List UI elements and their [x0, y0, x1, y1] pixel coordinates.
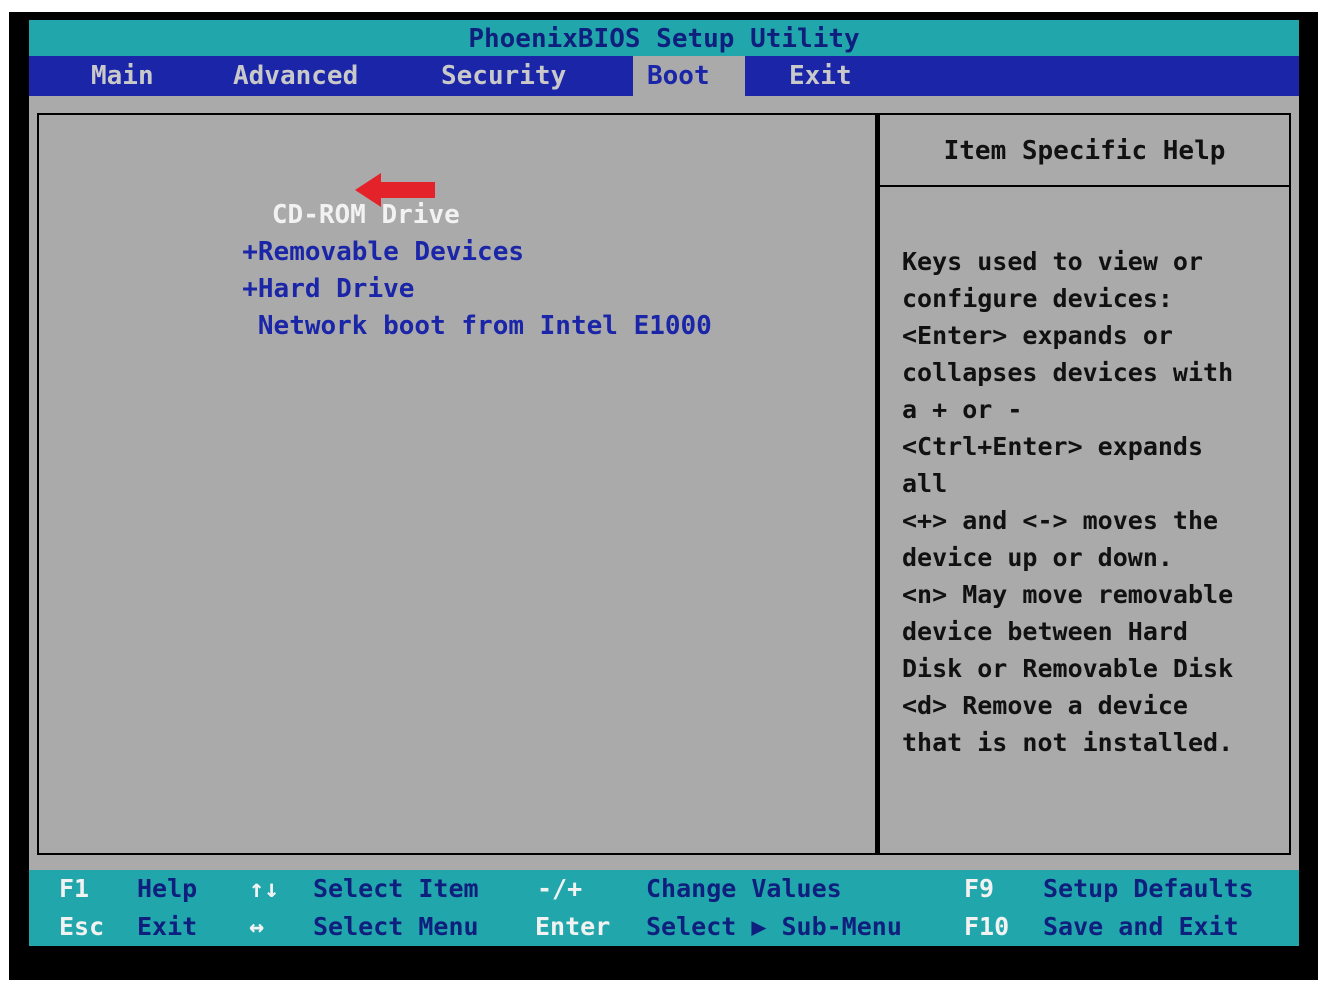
key-esc[interactable]: Esc [59, 912, 104, 941]
key-updown-desc: Select Item [313, 874, 479, 903]
main-area: CD-ROM Drive +Removable Devices +Hard Dr… [29, 96, 1299, 870]
key-f9-desc: Setup Defaults [1043, 874, 1254, 903]
help-line: <Ctrl+Enter> expands [902, 432, 1204, 461]
key-enter[interactable]: Enter [535, 912, 610, 941]
menu-bar: Main Advanced Security Boot Exit [29, 56, 1299, 96]
help-line: <d> Remove a device [902, 691, 1188, 720]
help-line: all [902, 469, 948, 498]
help-text: Keys used to view or configure devices: … [902, 243, 1233, 761]
key-f9[interactable]: F9 [964, 874, 994, 903]
help-line: <Enter> expands or [902, 321, 1173, 350]
help-panel: Item Specific Help Keys used to view or … [877, 113, 1291, 855]
key-minus-plus-desc: Change Values [646, 874, 842, 903]
key-minus-plus[interactable]: -/+ [537, 874, 582, 903]
key-legend: F1 Help ↑↓ Select Item -/+ Change Values… [29, 870, 1299, 946]
help-line: device between Hard [902, 617, 1188, 646]
red-arrow-icon [355, 173, 435, 207]
help-line: Keys used to view or [902, 247, 1204, 276]
help-line: collapses devices with [902, 358, 1234, 387]
boot-item-label: Network boot from Intel E1000 [257, 311, 712, 341]
menu-boot[interactable]: Boot [633, 56, 745, 96]
help-line: that is not installed. [902, 728, 1234, 757]
menu-exit[interactable]: Exit [789, 56, 852, 96]
key-f10-desc: Save and Exit [1043, 912, 1239, 941]
help-line: Disk or Removable Disk [902, 654, 1234, 683]
help-line: device up or down. [902, 543, 1173, 572]
menu-main[interactable]: Main [91, 56, 154, 96]
key-f1[interactable]: F1 [59, 874, 89, 903]
boot-order-panel: CD-ROM Drive +Removable Devices +Hard Dr… [37, 113, 877, 855]
menu-security[interactable]: Security [441, 56, 566, 96]
help-line: <+> and <-> moves the [902, 506, 1219, 535]
help-title: Item Specific Help [880, 115, 1289, 187]
key-updown[interactable]: ↑↓ [249, 874, 279, 903]
key-f10[interactable]: F10 [964, 912, 1009, 941]
help-line: configure devices: [902, 284, 1173, 313]
key-enter-desc: Select ▶ Sub-Menu [646, 912, 902, 941]
boot-item-network[interactable]: Network boot from Intel E1000 [117, 281, 712, 371]
menu-advanced[interactable]: Advanced [233, 56, 358, 96]
key-f1-desc: Help [137, 874, 198, 903]
key-leftright-desc: Select Menu [313, 912, 479, 941]
help-line: a + or - [902, 395, 1023, 424]
key-leftright[interactable]: ↔ [249, 912, 264, 941]
boot-item-prefix [242, 311, 258, 341]
key-esc-desc: Exit [137, 912, 198, 941]
bios-title: PhoenixBIOS Setup Utility [29, 20, 1299, 56]
bios-screen: PhoenixBIOS Setup Utility Main Advanced … [9, 12, 1318, 980]
help-line: <n> May move removable [902, 580, 1234, 609]
